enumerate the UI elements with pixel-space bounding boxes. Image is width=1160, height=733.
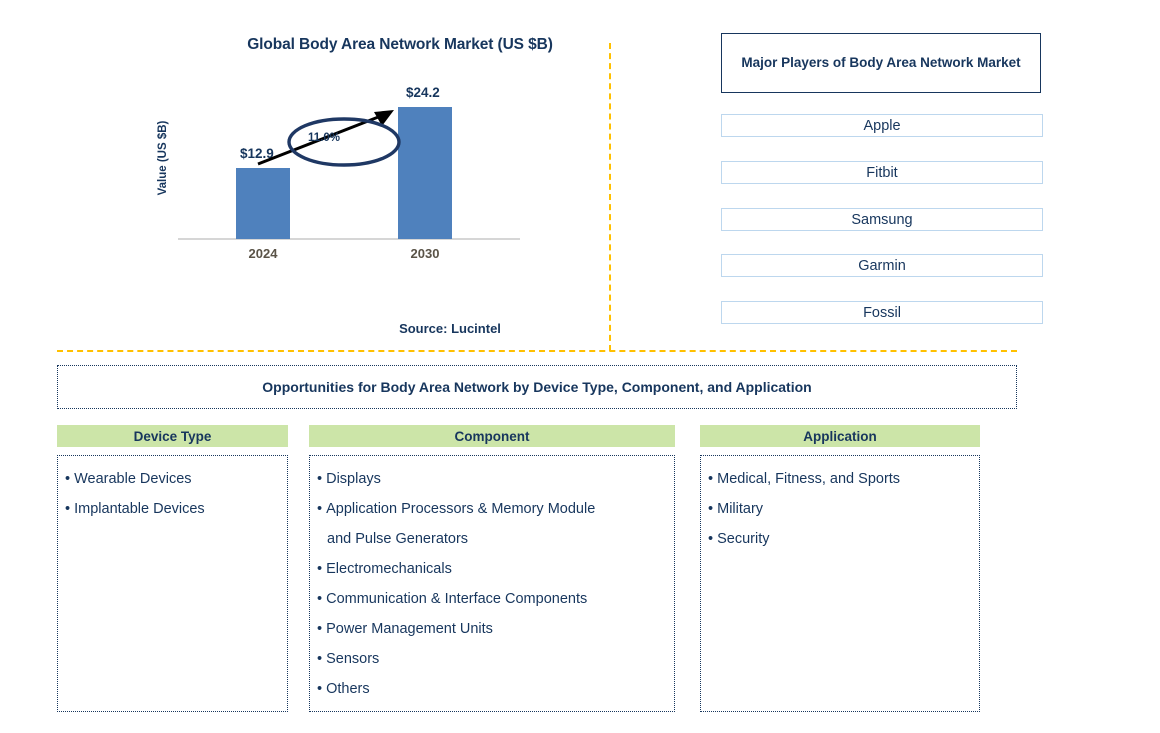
x-tick-2030: 2030 xyxy=(410,246,440,261)
list-item: • Medical, Fitness, and Sports xyxy=(708,471,901,487)
horizontal-divider xyxy=(57,350,1017,352)
major-players-header: Major Players of Body Area Network Marke… xyxy=(721,33,1041,93)
list-item-label: Security xyxy=(717,531,770,547)
list-item-label-continued: and Pulse Generators xyxy=(327,531,469,547)
list-item-label: Electromechanicals xyxy=(326,561,452,577)
chart-plot-area: $12.9 $24.2 2024 2030 11.0% xyxy=(178,85,520,261)
list-item: • Sensors xyxy=(317,651,380,667)
component-list: • Displays • Application Processors & Me… xyxy=(310,464,674,704)
column-body-device-type: • Wearable Devices • Implantable Devices xyxy=(57,455,288,712)
player-item-garmin: Garmin xyxy=(721,254,1043,277)
vertical-divider xyxy=(609,43,611,351)
column-header-application: Application xyxy=(700,425,980,447)
list-item-label: Sensors xyxy=(326,651,380,667)
list-item-label: Communication & Interface Components xyxy=(326,591,588,607)
device-type-list: • Wearable Devices • Implantable Devices xyxy=(58,464,287,524)
list-item-label: Displays xyxy=(326,471,381,487)
column-body-component: • Displays • Application Processors & Me… xyxy=(309,455,675,712)
list-item-label: Application Processors & Memory Module xyxy=(326,501,596,517)
list-item: • Communication & Interface Components xyxy=(317,591,588,607)
list-item: • Electromechanicals xyxy=(317,561,452,577)
cagr-value: 11.0% xyxy=(308,132,340,144)
player-item-apple: Apple xyxy=(721,114,1043,137)
infographic-root: Global Body Area Network Market (US $B) … xyxy=(0,0,1160,733)
bar-value-2030: $24.2 xyxy=(406,84,440,100)
list-item: • Implantable Devices xyxy=(65,501,205,517)
column-header-component: Component xyxy=(309,425,675,447)
list-item-label: Military xyxy=(717,501,764,517)
list-item-label: Others xyxy=(326,681,370,697)
player-item-fossil: Fossil xyxy=(721,301,1043,324)
column-body-application: • Medical, Fitness, and Sports • Militar… xyxy=(700,455,980,712)
opportunities-banner: Opportunities for Body Area Network by D… xyxy=(57,365,1017,409)
column-header-device-type: Device Type xyxy=(57,425,288,447)
list-item: • Others xyxy=(317,681,370,697)
list-item: • Military xyxy=(708,501,764,517)
list-item: • Power Management Units xyxy=(317,621,493,637)
list-item-label: Power Management Units xyxy=(326,621,493,637)
bar-2024 xyxy=(236,168,290,239)
list-item: • Displays xyxy=(317,471,381,487)
player-item-samsung: Samsung xyxy=(721,208,1043,231)
x-axis-line xyxy=(178,238,520,240)
list-item-label: Wearable Devices xyxy=(74,471,192,487)
list-item: • Application Processors & Memory Module… xyxy=(310,494,674,554)
list-item: • Wearable Devices xyxy=(65,471,192,487)
list-item-label: Medical, Fitness, and Sports xyxy=(717,471,901,487)
bar-chart: Value (US $B) $12.9 $24.2 2024 2030 11.0… xyxy=(140,85,540,270)
player-item-fitbit: Fitbit xyxy=(721,161,1043,184)
x-tick-2024: 2024 xyxy=(248,246,278,261)
application-list: • Medical, Fitness, and Sports • Militar… xyxy=(701,464,979,554)
list-item-label: Implantable Devices xyxy=(74,501,205,517)
y-axis-label: Value (US $B) xyxy=(157,120,169,196)
chart-title: Global Body Area Network Market (US $B) xyxy=(247,36,553,53)
list-item: • Security xyxy=(708,531,770,547)
source-note: Source: Lucintel xyxy=(399,321,501,336)
